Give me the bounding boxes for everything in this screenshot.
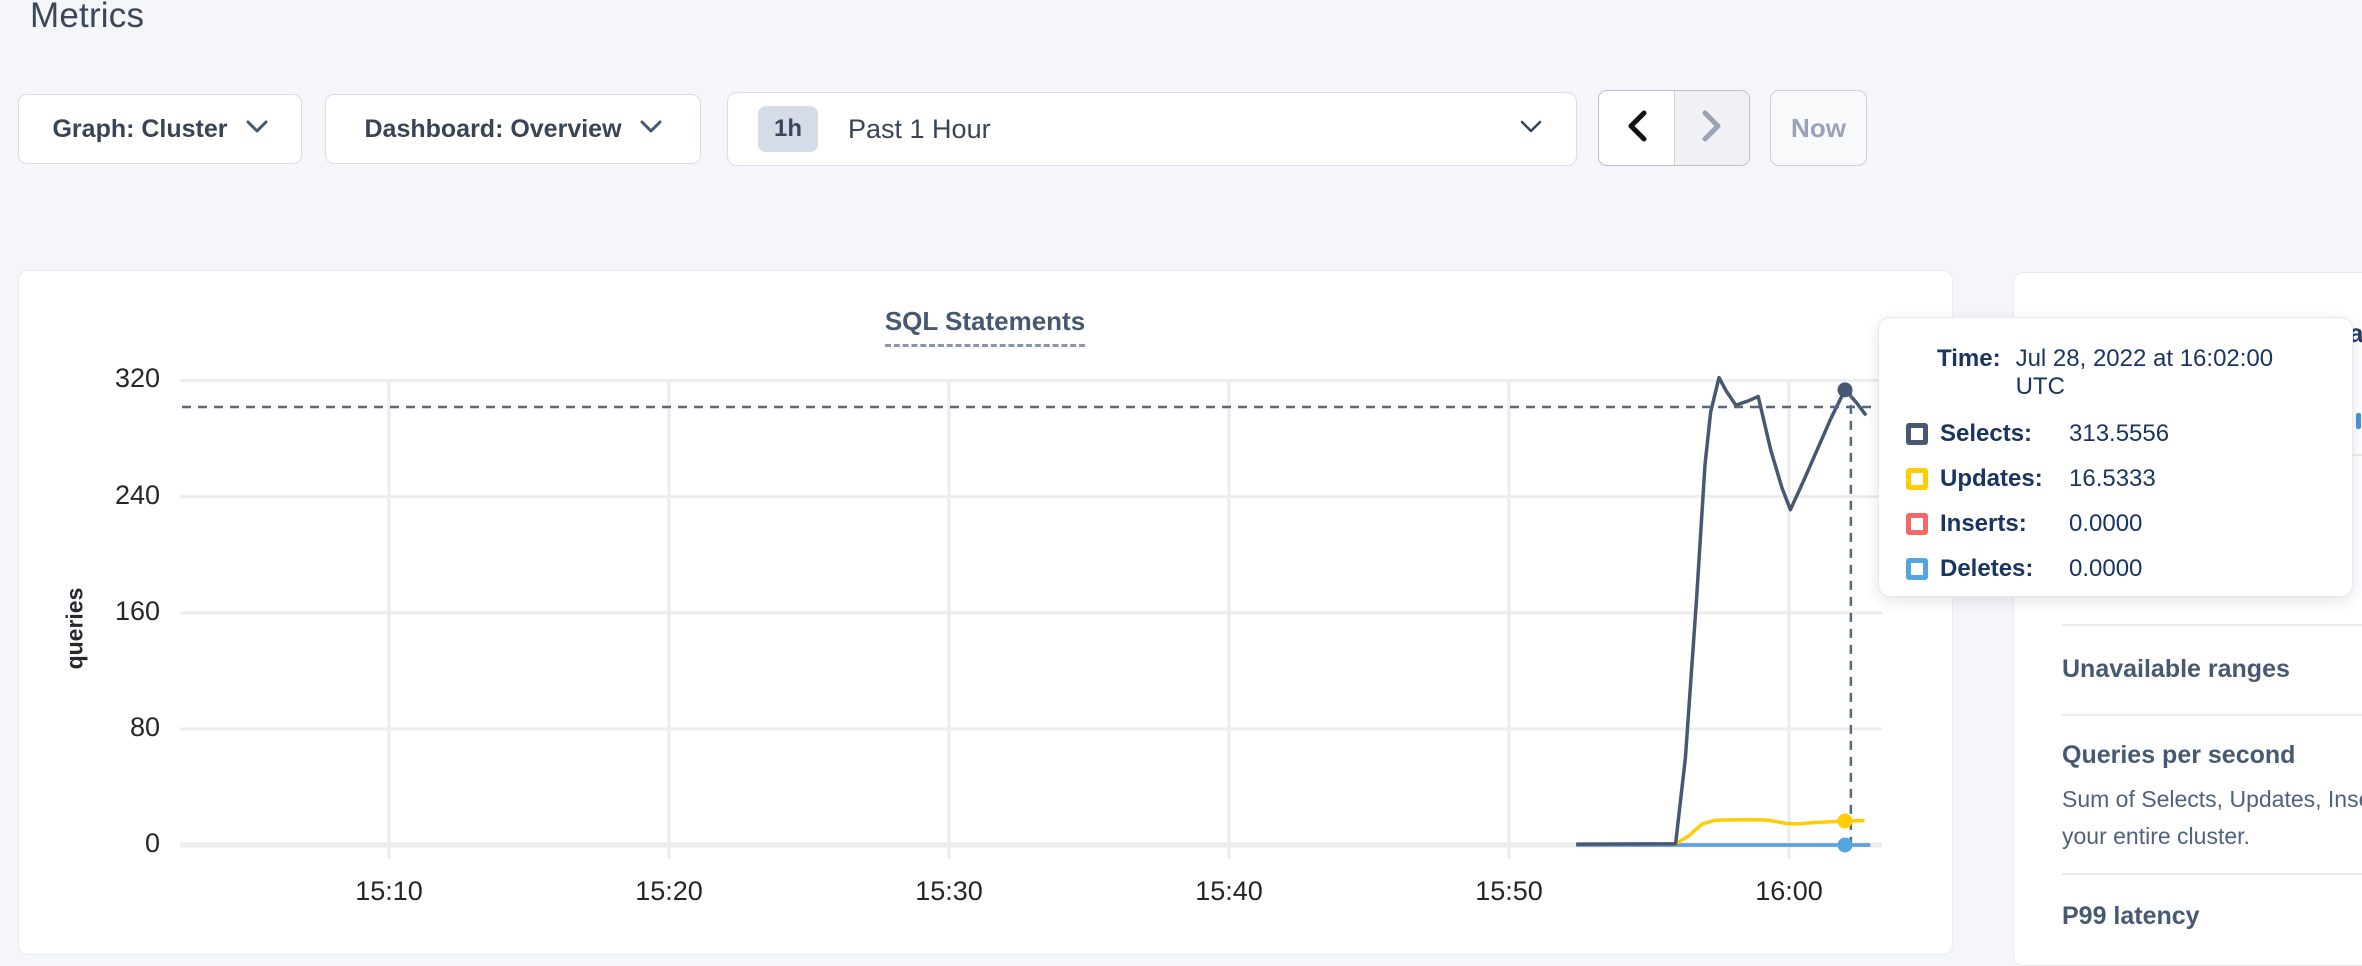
chart-hover-tooltip: Time: Jul 28, 2022 at 16:02:00 UTC Selec… bbox=[1878, 317, 2353, 597]
tooltip-series-row: Deletes: 0.0000 bbox=[1906, 555, 2328, 583]
metrics-page: Metrics Graph: Cluster Dashboard: Overvi… bbox=[0, 0, 2362, 966]
x-tick-label: 15:30 bbox=[889, 876, 1009, 907]
series-line-selects bbox=[1576, 378, 1866, 844]
legend-square-icon bbox=[1906, 513, 1928, 535]
sidebar-clipped-link-fragment bbox=[2356, 413, 2361, 429]
chevron-down-icon bbox=[246, 120, 268, 139]
chevron-down-icon bbox=[1520, 120, 1542, 139]
time-range-selector[interactable]: 1h Past 1 Hour bbox=[727, 92, 1577, 166]
time-range-label: Past 1 Hour bbox=[848, 114, 991, 145]
tooltip-time-value: Jul 28, 2022 at 16:02:00 UTC bbox=[2016, 345, 2328, 401]
sidebar-description-line: Sum of Selects, Updates, Inser bbox=[2062, 784, 2362, 814]
graph-dropdown[interactable]: Graph: Cluster bbox=[18, 94, 302, 164]
x-tick-label: 15:20 bbox=[609, 876, 729, 907]
legend-square-icon bbox=[1906, 423, 1928, 445]
legend-square-icon bbox=[1906, 468, 1928, 490]
x-tick-label: 15:10 bbox=[329, 876, 449, 907]
sidebar-divider bbox=[2062, 714, 2362, 716]
tooltip-time-row: Time: Jul 28, 2022 at 16:02:00 UTC bbox=[1937, 345, 2328, 401]
now-button[interactable]: Now bbox=[1770, 90, 1867, 166]
y-tick-label: 320 bbox=[96, 363, 160, 394]
dashboard-dropdown-label: Dashboard: Overview bbox=[364, 115, 621, 144]
tooltip-series-row: Updates: 16.5333 bbox=[1906, 465, 2328, 493]
graph-dropdown-label: Graph: Cluster bbox=[52, 115, 227, 144]
y-tick-label: 160 bbox=[96, 596, 160, 627]
sidebar-heading-p99-latency: P99 latency bbox=[2062, 901, 2362, 931]
tooltip-series-value: 0.0000 bbox=[2069, 510, 2142, 538]
dashboard-dropdown[interactable]: Dashboard: Overview bbox=[325, 94, 701, 164]
tooltip-time-label: Time: bbox=[1937, 345, 2001, 401]
time-nav-arrows bbox=[1598, 90, 1750, 166]
tooltip-series-label: Updates: bbox=[1940, 465, 2055, 493]
hover-dot-updates bbox=[1838, 814, 1853, 829]
y-axis-label: queries bbox=[62, 574, 89, 684]
sidebar-divider bbox=[2062, 624, 2362, 626]
chevron-left-icon bbox=[1624, 109, 1650, 148]
hover-dot-deletes bbox=[1838, 838, 1853, 853]
y-tick-label: 80 bbox=[96, 712, 160, 743]
tooltip-series-row: Inserts: 0.0000 bbox=[1906, 510, 2328, 538]
sidebar-divider bbox=[2062, 873, 2362, 875]
next-time-button[interactable] bbox=[1674, 91, 1749, 165]
sidebar-heading-queries-per-second: Queries per second bbox=[2062, 740, 2362, 770]
tooltip-series-value: 16.5333 bbox=[2069, 465, 2156, 493]
tooltip-series-row: Selects: 313.5556 bbox=[1906, 420, 2328, 448]
x-tick-label: 15:40 bbox=[1169, 876, 1289, 907]
x-tick-label: 16:00 bbox=[1729, 876, 1849, 907]
sql-statements-chart[interactable] bbox=[170, 360, 1884, 920]
tooltip-series-value: 0.0000 bbox=[2069, 555, 2142, 583]
tooltip-rows: Selects: 313.5556 Updates: 16.5333 Inserts: 0… bbox=[1906, 420, 2328, 583]
sidebar-heading-unavailable-ranges: Unavailable ranges bbox=[2062, 654, 2362, 684]
x-tick-label: 15:50 bbox=[1449, 876, 1569, 907]
chevron-down-icon bbox=[640, 120, 662, 139]
series-line-updates bbox=[1674, 820, 1864, 845]
tooltip-series-label: Selects: bbox=[1940, 420, 2055, 448]
page-title: Metrics bbox=[30, 0, 144, 36]
chart-title[interactable]: SQL Statements bbox=[885, 306, 1085, 347]
legend-square-icon bbox=[1906, 558, 1928, 580]
sidebar-description-line: your entire cluster. bbox=[2062, 821, 2362, 851]
time-range-badge: 1h bbox=[758, 106, 818, 152]
tooltip-series-value: 313.5556 bbox=[2069, 420, 2169, 448]
y-tick-label: 240 bbox=[96, 480, 160, 511]
hover-dot-selects bbox=[1838, 382, 1853, 397]
tooltip-series-label: Deletes: bbox=[1940, 555, 2055, 583]
chevron-right-icon bbox=[1699, 109, 1725, 148]
y-tick-label: 0 bbox=[96, 828, 160, 859]
prev-time-button[interactable] bbox=[1599, 91, 1674, 165]
tooltip-series-label: Inserts: bbox=[1940, 510, 2055, 538]
